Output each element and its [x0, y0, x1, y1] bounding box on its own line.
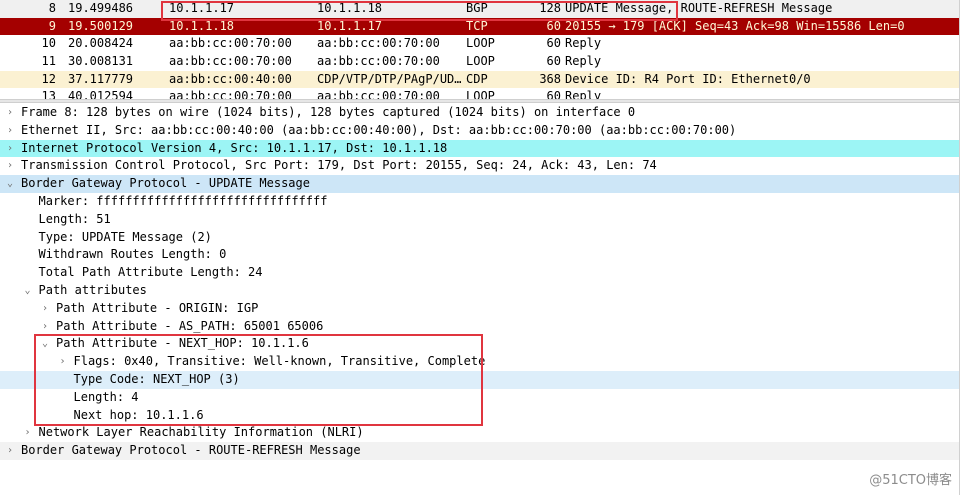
packet-details-tree: › Frame 8: 128 bytes on wire (1024 bits),… — [0, 104, 960, 495]
packet-list: 8 19.499486 10.1.1.17 10.1.1.18 BGP 128 UPDATE… — [0, 0, 960, 100]
detail-tree-row[interactable]: Next hop: 10.1.1.6 — [0, 407, 960, 425]
detail-tree-label: Transmission Control Protocol, Src Port:… — [21, 158, 657, 173]
packet-time-cell: 20.008424 — [68, 36, 134, 51]
detail-tree-label: Length: 4 — [73, 389, 139, 404]
detail-tree-label: Path Attribute - NEXT_HOP: 10.1.1.6 — [56, 336, 309, 351]
chevron-right-icon[interactable]: › — [4, 104, 16, 122]
detail-tree-row[interactable]: › Ethernet II, Src: aa:bb:cc:00:40:00 (aa… — [0, 122, 960, 140]
packet-row[interactable]: 12 37.117779 aa:bb:cc:00:40:00 CDP/VTP/DTP/… — [0, 70, 960, 89]
detail-tree-label: Path Attribute - AS_PATH: 65001 65006 — [56, 318, 324, 333]
packet-no-cell: 10 — [41, 36, 56, 51]
packet-time-cell: 19.500129 — [68, 18, 134, 33]
packet-src-cell: aa:bb:cc:00:40:00 — [169, 71, 292, 86]
chevron-right-icon[interactable]: › — [39, 318, 51, 336]
detail-tree-row[interactable]: ⌄ Border Gateway Protocol - UPDATE Messag… — [0, 175, 960, 193]
detail-tree-label: Ethernet II, Src: aa:bb:cc:00:40:00 (aa:… — [21, 122, 737, 137]
detail-tree-row[interactable]: › Transmission Control Protocol, Src Port… — [0, 157, 960, 175]
packet-proto-cell: BGP — [466, 1, 488, 15]
chevron-right-icon[interactable]: › — [22, 424, 34, 442]
detail-tree-row[interactable]: › Border Gateway Protocol - ROUTE-REFRESH… — [0, 442, 960, 460]
packet-info-cell: UPDATE Message, ROUTE-REFRESH Message — [565, 1, 833, 15]
packet-len-cell: 60 — [546, 54, 561, 69]
packet-dst-cell: aa:bb:cc:00:70:00 — [317, 54, 440, 69]
detail-tree-row[interactable]: Withdrawn Routes Length: 0 — [0, 246, 960, 264]
packet-len-cell: 60 — [546, 18, 561, 33]
detail-tree-row[interactable]: Type: UPDATE Message (2) — [0, 229, 960, 247]
packet-src-cell: aa:bb:cc:00:70:00 — [169, 36, 292, 51]
packet-info-cell: Reply — [565, 36, 602, 51]
packet-row[interactable]: 9 19.500129 10.1.1.18 10.1.1.17 TCP 60 20155 →… — [0, 17, 960, 36]
packet-dst-cell: 10.1.1.17 — [317, 18, 383, 33]
detail-tree-row[interactable]: Marker: ffffffffffffffffffffffffffffffff — [0, 193, 960, 211]
watermark: @51CTO博客 — [869, 473, 952, 488]
chevron-down-icon[interactable]: ⌄ — [4, 175, 16, 193]
packet-dst-cell: aa:bb:cc:00:70:00 — [317, 36, 440, 51]
detail-tree-row[interactable]: › Path Attribute - AS_PATH: 65001 65006 — [0, 318, 960, 336]
detail-tree-label: Internet Protocol Version 4, Src: 10.1.1… — [21, 140, 448, 155]
detail-tree-row[interactable]: Type Code: NEXT_HOP (3) — [0, 370, 960, 389]
detail-tree-label: Length: 51 — [38, 211, 111, 226]
chevron-down-icon[interactable]: ⌄ — [39, 335, 51, 353]
packet-time-cell: 37.117779 — [68, 71, 134, 86]
detail-tree-row[interactable]: Total Path Attribute Length: 24 — [0, 264, 960, 282]
detail-tree-label: Path attributes — [38, 282, 147, 297]
chevron-right-icon[interactable]: › — [57, 353, 69, 371]
packet-len-cell: 128 — [539, 1, 561, 15]
detail-tree-label: Path Attribute - ORIGIN: IGP — [56, 300, 259, 315]
chevron-right-icon[interactable]: › — [4, 157, 16, 175]
packet-proto-cell: LOOP — [466, 54, 495, 69]
detail-tree-label: Type Code: NEXT_HOP (3) — [73, 371, 240, 386]
chevron-right-icon[interactable]: › — [4, 122, 16, 140]
detail-tree-label: Type: UPDATE Message (2) — [38, 229, 212, 244]
chevron-right-icon[interactable]: › — [4, 442, 16, 460]
detail-tree-row[interactable]: ⌄ Path attributes — [0, 282, 960, 300]
detail-tree-row[interactable]: › Frame 8: 128 bytes on wire (1024 bits),… — [0, 104, 960, 122]
packet-time-cell: 30.008131 — [68, 54, 134, 69]
detail-tree-row[interactable]: › Network Layer Reachability Information … — [0, 424, 960, 442]
packet-len-cell: 368 — [539, 71, 561, 86]
detail-tree-row[interactable]: › Flags: 0x40, Transitive: Well-known, Tr… — [0, 353, 960, 371]
packet-dst-cell: CDP/VTP/DTP/PAgP/UD… — [317, 71, 462, 86]
chevron-down-icon[interactable]: ⌄ — [22, 282, 34, 300]
packet-src-cell: 10.1.1.18 — [169, 18, 235, 33]
detail-tree-label: Network Layer Reachability Information (… — [38, 425, 364, 440]
packet-info-cell: Reply — [565, 54, 602, 69]
detail-tree-row[interactable]: ⌄ Path Attribute - NEXT_HOP: 10.1.1.6 — [0, 335, 960, 353]
chevron-right-icon[interactable]: › — [4, 140, 16, 158]
detail-tree-label: Border Gateway Protocol - ROUTE-REFRESH … — [21, 443, 361, 458]
packet-src-cell: aa:bb:cc:00:70:00 — [169, 54, 292, 69]
detail-tree-label: Border Gateway Protocol - UPDATE Message — [21, 176, 310, 191]
detail-tree-label: Frame 8: 128 bytes on wire (1024 bits), … — [21, 105, 636, 119]
packet-row[interactable]: 10 20.008424 aa:bb:cc:00:70:00 aa:bb:cc:00:… — [0, 35, 960, 54]
packet-proto-cell: CDP — [466, 71, 488, 86]
packet-info-cell: 20155 → 179 [ACK] Seq=43 Ack=98 Win=1558… — [565, 18, 905, 33]
detail-tree-label: Next hop: 10.1.1.6 — [73, 407, 204, 422]
packet-no-cell: 11 — [41, 54, 56, 69]
packet-proto-cell: TCP — [466, 18, 488, 33]
packet-len-cell: 60 — [546, 36, 561, 51]
packet-row[interactable]: 8 19.499486 10.1.1.17 10.1.1.18 BGP 128 UPDATE… — [0, 0, 960, 18]
packet-no-cell: 8 — [48, 1, 56, 15]
detail-tree-label: Marker: ffffffffffffffffffffffffffffffff — [38, 193, 328, 208]
packet-proto-cell: LOOP — [466, 36, 495, 51]
packet-row[interactable]: 11 30.008131 aa:bb:cc:00:70:00 aa:bb:cc:00:… — [0, 53, 960, 71]
packet-no-cell: 12 — [41, 71, 56, 86]
packet-dst-cell: 10.1.1.18 — [317, 1, 383, 15]
packet-no-cell: 9 — [48, 18, 56, 33]
detail-tree-row[interactable]: Length: 51 — [0, 211, 960, 229]
detail-tree-row[interactable]: Length: 4 — [0, 389, 960, 407]
packet-time-cell: 19.499486 — [68, 1, 134, 15]
chevron-right-icon[interactable]: › — [39, 300, 51, 318]
detail-tree-label: Withdrawn Routes Length: 0 — [38, 247, 227, 262]
detail-tree-label: Flags: 0x40, Transitive: Well-known, Tra… — [73, 354, 486, 369]
packet-info-cell: Device ID: R4 Port ID: Ethernet0/0 — [565, 71, 811, 86]
detail-tree-row[interactable]: › Internet Protocol Version 4, Src: 10.1.… — [0, 139, 960, 158]
pane-divider[interactable] — [0, 99, 960, 103]
detail-tree-label: Total Path Attribute Length: 24 — [38, 265, 263, 280]
packet-src-cell: 10.1.1.17 — [169, 1, 235, 15]
detail-tree-row[interactable]: › Path Attribute - ORIGIN: IGP — [0, 300, 960, 318]
